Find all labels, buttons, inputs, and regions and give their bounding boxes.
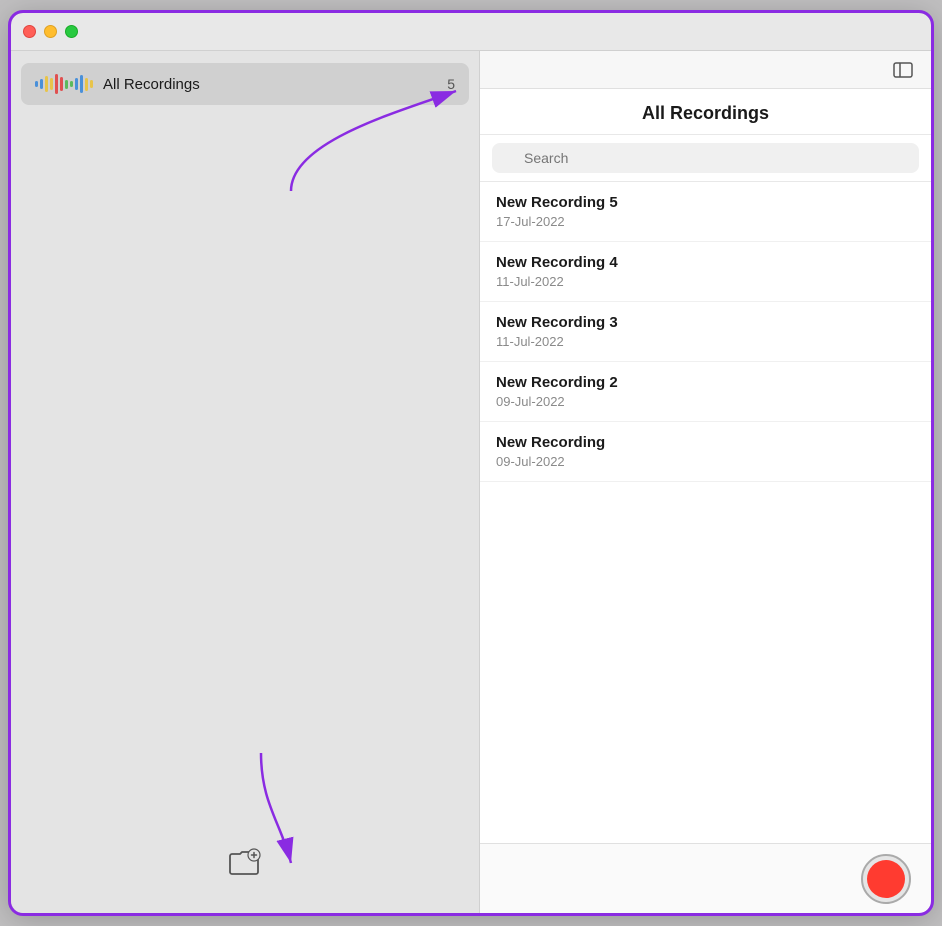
sidebar-toggle-icon <box>893 62 913 78</box>
recording-name: New Recording 5 <box>496 194 915 211</box>
recording-date: 11-Jul-2022 <box>496 274 915 289</box>
sidebar-item-badge: 5 <box>447 76 455 92</box>
title-bar <box>11 13 931 51</box>
traffic-lights <box>23 25 78 38</box>
maximize-button[interactable] <box>65 25 78 38</box>
add-folder-button[interactable] <box>220 840 270 886</box>
search-bar-container: 🔍 <box>480 135 931 182</box>
sidebar-toggle-button[interactable] <box>889 56 917 84</box>
search-wrapper: 🔍 <box>492 143 919 173</box>
add-folder-icon <box>228 848 262 878</box>
recording-list: New Recording 517-Jul-2022New Recording … <box>480 182 931 843</box>
app-window: All Recordings 5 <box>11 13 931 913</box>
recording-name: New Recording <box>496 434 915 451</box>
recording-name: New Recording 4 <box>496 254 915 271</box>
recording-list-item[interactable]: New Recording 5 17-Jul-2022 <box>480 182 931 242</box>
recording-date: 09-Jul-2022 <box>496 454 915 469</box>
recording-list-item[interactable]: New Recording 3 11-Jul-2022 <box>480 302 931 362</box>
right-title-bar: All Recordings <box>480 89 931 135</box>
sidebar: All Recordings 5 <box>11 51 479 913</box>
recording-list-item[interactable]: New Recording 2 09-Jul-2022 <box>480 362 931 422</box>
minimize-button[interactable] <box>44 25 57 38</box>
sidebar-item-all-recordings[interactable]: All Recordings 5 <box>21 63 469 105</box>
recording-list-item[interactable]: New Recording 4 11-Jul-2022 <box>480 242 931 302</box>
waveform-icon <box>35 73 93 95</box>
recording-date: 17-Jul-2022 <box>496 214 915 229</box>
right-panel-header <box>480 51 931 89</box>
recording-name: New Recording 2 <box>496 374 915 391</box>
record-circle <box>867 860 905 898</box>
right-panel-title: All Recordings <box>496 103 915 124</box>
right-panel: All Recordings 🔍 New Recording 5 17-Jul-2… <box>479 51 931 913</box>
recording-date: 09-Jul-2022 <box>496 394 915 409</box>
right-bottom-bar <box>480 843 931 913</box>
close-button[interactable] <box>23 25 36 38</box>
sidebar-item-label: All Recordings <box>103 76 447 93</box>
recording-list-item[interactable]: New Recording 09-Jul-2022 <box>480 422 931 482</box>
record-button[interactable] <box>861 854 911 904</box>
search-input[interactable] <box>492 143 919 173</box>
recording-date: 11-Jul-2022 <box>496 334 915 349</box>
main-area: All Recordings 5 <box>11 51 931 913</box>
sidebar-bottom <box>11 833 479 893</box>
recording-name: New Recording 3 <box>496 314 915 331</box>
